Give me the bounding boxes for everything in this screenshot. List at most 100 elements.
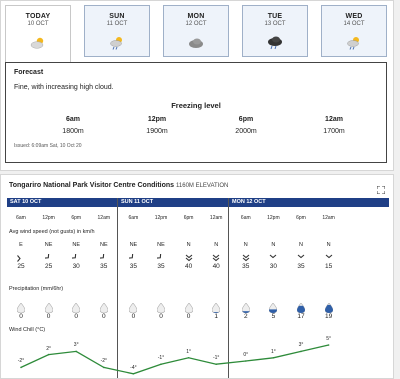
conditions-title: Tongariro National Park Visitor Centre C… bbox=[9, 182, 228, 189]
freezing-value: 2000m bbox=[235, 128, 257, 135]
wind-speed: 30 bbox=[269, 263, 277, 270]
tab-wed[interactable]: WED 14 OCT bbox=[321, 5, 387, 57]
windchill-point bbox=[160, 363, 162, 365]
expand-icon[interactable] bbox=[376, 181, 386, 199]
freezing-level-6am: 6am 1800m bbox=[43, 116, 103, 135]
windchill-value: -1° bbox=[212, 355, 220, 362]
wind-direction: N bbox=[214, 242, 219, 248]
precip-value: 17 bbox=[297, 313, 305, 320]
wind-speed: 25 bbox=[44, 263, 53, 270]
precip-value: 0 bbox=[159, 313, 163, 320]
wind-direction: NE bbox=[72, 242, 80, 248]
conditions-title-text: Tongariro National Park Visitor Centre C… bbox=[9, 182, 175, 189]
time-label: 6am bbox=[128, 215, 139, 221]
freezing-time: 6am bbox=[65, 116, 80, 123]
wind-speed: 35 bbox=[129, 263, 137, 270]
windchill-point bbox=[300, 350, 302, 353]
windchill-value: -1° bbox=[157, 355, 165, 362]
windchill-value: 1° bbox=[186, 348, 191, 355]
windchill-value: 1° bbox=[271, 348, 276, 355]
time-label: 12am bbox=[322, 215, 335, 221]
freezing-time: 12pm bbox=[147, 116, 167, 123]
forecast-panel: TODAY 10 OCT SUN 11 OCT MON 12 OCT TUE 1… bbox=[0, 0, 394, 171]
windchill-point bbox=[132, 373, 135, 375]
precip-value: 0 bbox=[19, 313, 23, 320]
tab-date-label: 12 OCT bbox=[185, 21, 207, 27]
elevation-label: 1160M ELEVATION bbox=[176, 183, 229, 189]
wind-speed: 35 bbox=[157, 263, 165, 270]
precip-value: 0 bbox=[186, 313, 191, 320]
tab-day-label: TUE bbox=[267, 13, 283, 20]
windchill-value: -4° bbox=[130, 364, 137, 371]
wind-direction: N bbox=[271, 242, 276, 248]
tab-day-label: WED bbox=[345, 13, 363, 20]
tab-date-label: 14 OCT bbox=[343, 21, 365, 27]
freezing-value: 1700m bbox=[323, 128, 345, 135]
windchill-point bbox=[75, 350, 77, 353]
forecast-box: Forecast Fine, with increasing high clou… bbox=[5, 62, 387, 163]
tab-sun[interactable]: SUN 11 OCT bbox=[84, 5, 150, 57]
precip-value: 0 bbox=[101, 313, 106, 320]
wind-direction: NE bbox=[44, 242, 53, 248]
windchill-value: 3° bbox=[73, 342, 79, 349]
tab-day-label: SUN bbox=[109, 13, 125, 20]
windchill-point bbox=[47, 353, 50, 356]
windchill-point bbox=[103, 366, 105, 369]
freezing-level-6pm: 6pm 2000m bbox=[216, 116, 276, 135]
wind-section-label: Avg wind speed (not gusts) in km/h bbox=[9, 229, 95, 235]
windchill-point bbox=[272, 357, 275, 359]
windchill-value: 2° bbox=[46, 345, 51, 352]
windchill-point bbox=[187, 357, 190, 359]
windchill-point bbox=[215, 363, 217, 365]
tab-date-label: 13 OCT bbox=[264, 21, 286, 27]
cloud-icon bbox=[188, 36, 204, 54]
precip-value: 19 bbox=[324, 313, 333, 320]
windchill-value: 3° bbox=[298, 342, 304, 349]
wind-speed: 25 bbox=[17, 263, 25, 270]
wind-speed: 35 bbox=[100, 263, 108, 270]
forecast-text: Fine, with increasing high cloud. bbox=[14, 84, 114, 91]
day-header-mon: MON 12 OCT bbox=[229, 198, 389, 207]
freezing-level-12am: 12am 1700m bbox=[304, 116, 364, 135]
wind-direction: NE bbox=[157, 242, 165, 248]
tab-date-label: 10 OCT bbox=[27, 21, 49, 27]
freezing-value: 1800m bbox=[62, 128, 84, 135]
time-label: 6pm bbox=[296, 215, 306, 221]
day-header-sat: SAT 10 OCT bbox=[7, 198, 117, 207]
freezing-time: 12am bbox=[325, 116, 343, 123]
tab-today[interactable]: TODAY 10 OCT bbox=[5, 5, 71, 63]
day-tabs: TODAY 10 OCT SUN 11 OCT MON 12 OCT TUE 1… bbox=[5, 5, 387, 63]
conditions-panel: Tongariro National Park Visitor Centre C… bbox=[0, 174, 394, 379]
windchill-point bbox=[327, 344, 330, 346]
dark-cloud-icon bbox=[267, 36, 283, 55]
time-label: 6pm bbox=[71, 215, 82, 221]
windchill-point bbox=[245, 360, 247, 362]
windchill-point bbox=[20, 366, 22, 369]
precip-value: 1 bbox=[214, 313, 218, 320]
sun-cloud-rain-icon bbox=[346, 36, 362, 55]
wind-speed: 35 bbox=[297, 263, 305, 270]
freezing-level-12pm: 12pm 1900m bbox=[127, 116, 187, 135]
wind-direction: N bbox=[326, 242, 331, 248]
time-label: 6am bbox=[16, 215, 26, 221]
precip-value: 0 bbox=[131, 313, 136, 320]
time-label: 12am bbox=[209, 215, 223, 221]
partly-cloudy-icon bbox=[30, 36, 46, 54]
tab-date-label: 11 OCT bbox=[106, 21, 128, 27]
time-label: 6pm bbox=[183, 215, 194, 221]
wind-direction: E bbox=[19, 242, 23, 248]
precip-value: 0 bbox=[46, 313, 51, 320]
windchill-section-label: Wind Chill (°C) bbox=[9, 327, 46, 333]
time-label: 12pm bbox=[267, 215, 280, 221]
time-label: 6am bbox=[240, 215, 251, 221]
wind-direction: N bbox=[299, 242, 303, 248]
tab-mon[interactable]: MON 12 OCT bbox=[163, 5, 229, 57]
wind-speed: 40 bbox=[184, 263, 193, 270]
tab-tue[interactable]: TUE 13 OCT bbox=[242, 5, 308, 57]
windchill-value: 5° bbox=[326, 336, 331, 342]
forecast-title: Forecast bbox=[14, 69, 44, 76]
wind-direction: NE bbox=[129, 242, 138, 248]
precip-value: 5 bbox=[271, 313, 276, 320]
wind-speed: 15 bbox=[324, 263, 333, 270]
freezing-time: 6pm bbox=[238, 116, 254, 123]
